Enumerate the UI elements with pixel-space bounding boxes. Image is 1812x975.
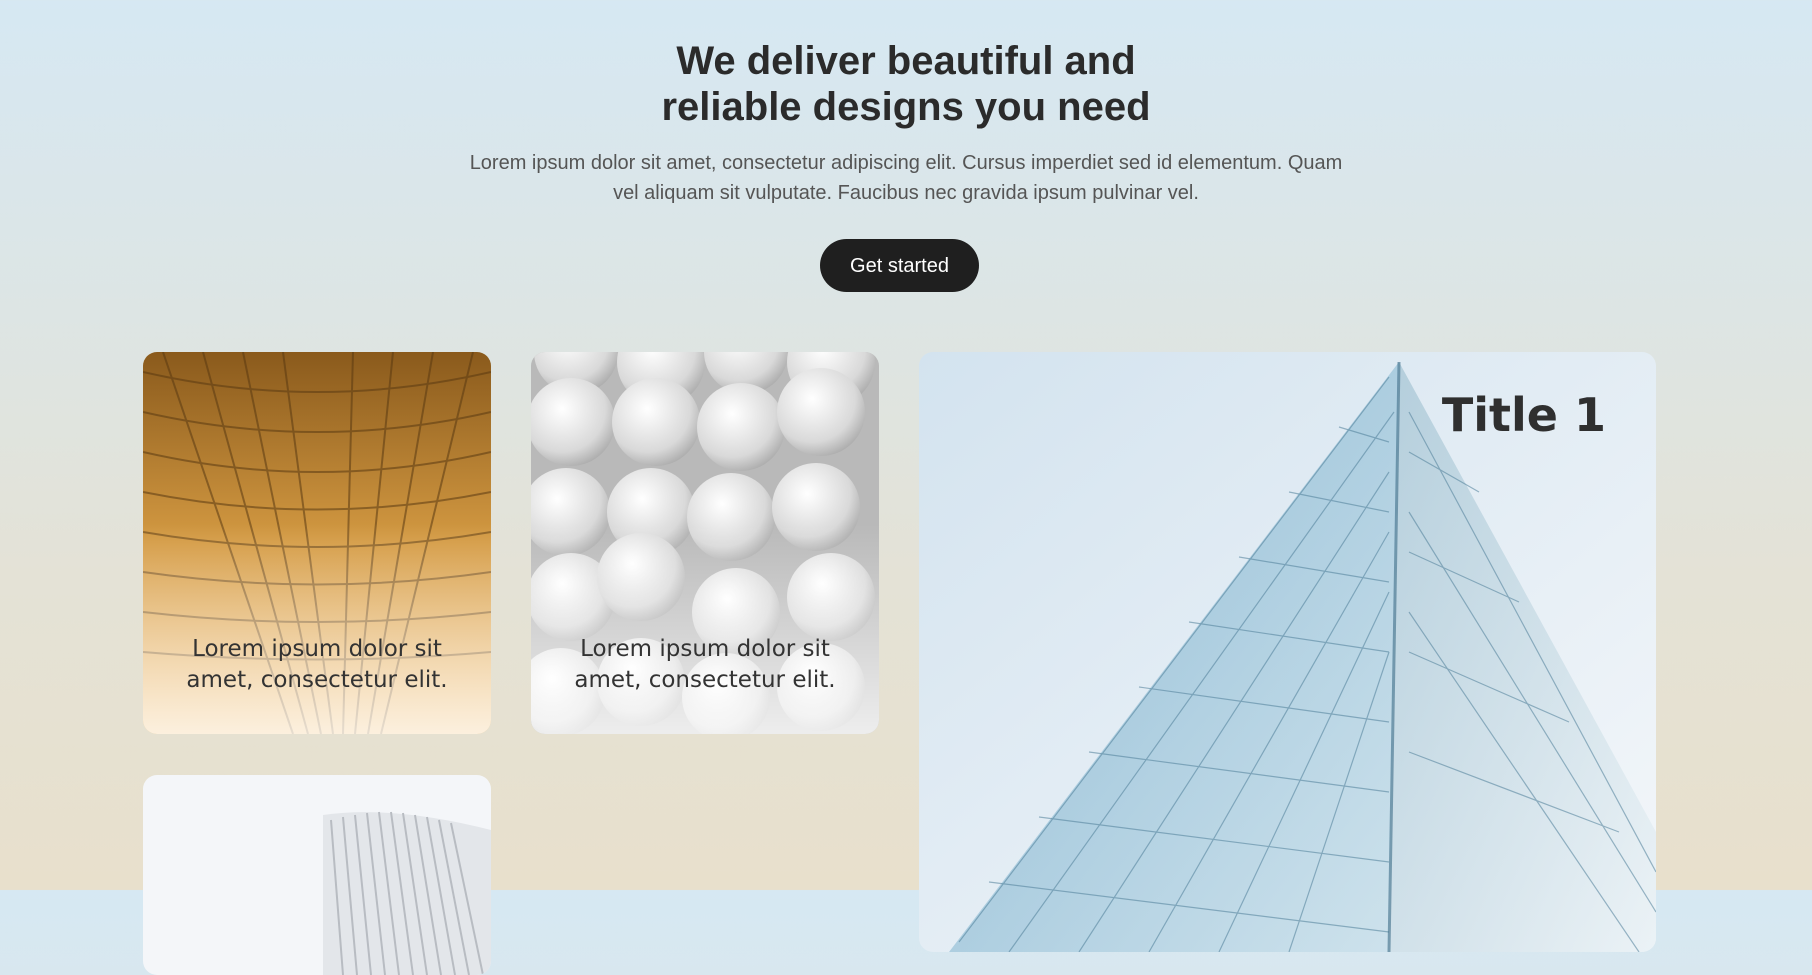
white-building-image [143,775,491,975]
gallery-card-spheres[interactable]: Lorem ipsum dolor sit amet, consectetur … [531,352,879,734]
card-caption-line1: Lorem ipsum dolor sit [192,636,442,662]
hero-title-line2: reliable designs you need [661,85,1151,129]
card-caption-line2: amet, consectetur elit. [574,667,836,693]
gallery-card-atrium[interactable]: Lorem ipsum dolor sit amet, consectetur … [143,352,491,734]
featured-card-skyscraper[interactable]: Title 1 [919,352,1656,952]
skyscraper-image [919,352,1656,952]
gallery-card-white-building[interactable] [143,775,491,975]
card-caption: Lorem ipsum dolor sit amet, consectetur … [531,634,879,696]
get-started-button[interactable]: Get started [820,239,979,292]
hero-title-line1: We deliver beautiful and [676,39,1136,83]
card-caption-line1: Lorem ipsum dolor sit [580,636,830,662]
hero-title: We deliver beautiful and reliable design… [0,38,1812,130]
card-caption-line2: amet, consectetur elit. [186,667,448,693]
hero-subtitle: Lorem ipsum dolor sit amet, consectetur … [469,152,1343,204]
card-title: Title 1 [1441,388,1606,442]
card-caption: Lorem ipsum dolor sit amet, consectetur … [143,634,491,696]
